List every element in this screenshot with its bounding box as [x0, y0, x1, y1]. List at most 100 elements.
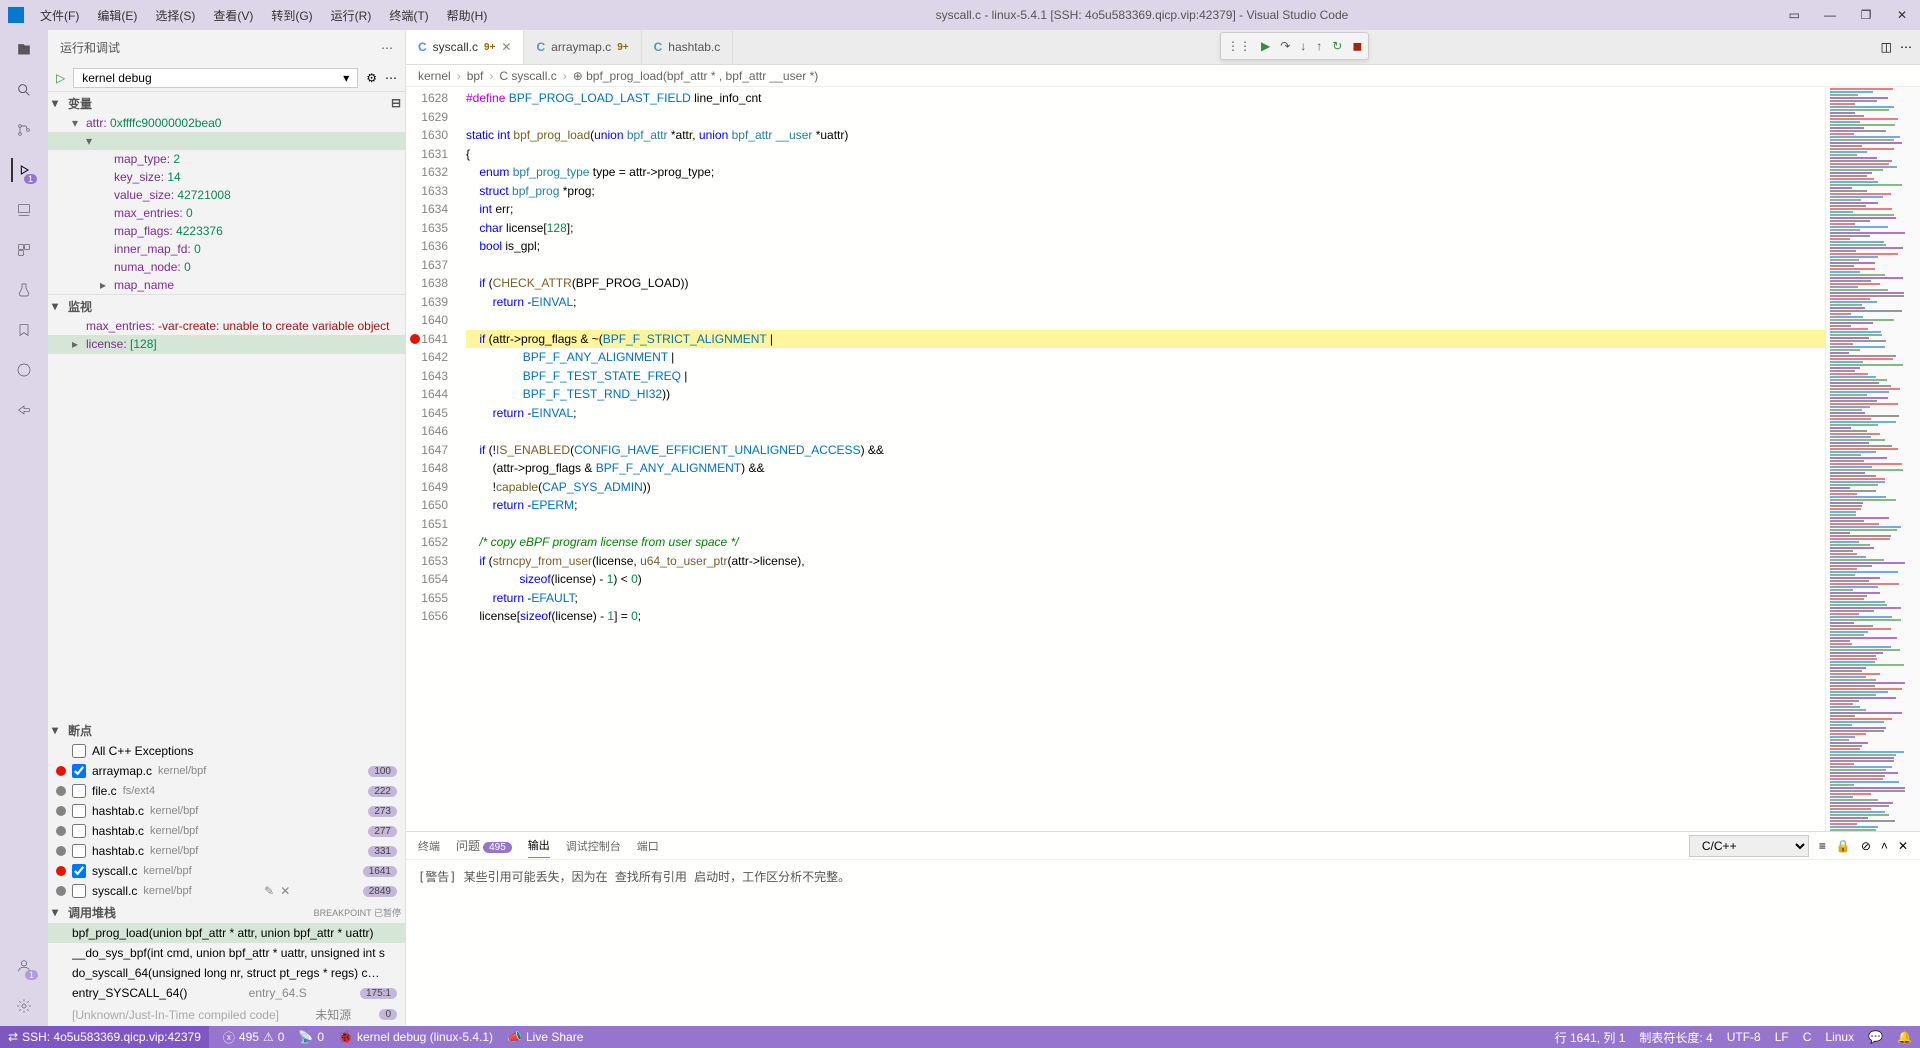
bookmarks-icon[interactable] — [12, 318, 36, 342]
drag-handle-icon[interactable]: ⋮⋮ — [1227, 39, 1251, 53]
lock-icon[interactable]: 🔒 — [1836, 839, 1851, 853]
liveshare-status[interactable]: 📣Live Share — [507, 1030, 583, 1044]
breakpoint-glyph-icon[interactable] — [410, 334, 420, 344]
minimap[interactable] — [1825, 87, 1920, 831]
layout-icon[interactable]: ▭ — [1789, 8, 1800, 22]
more-icon[interactable]: ⋯ — [385, 71, 397, 85]
variable-row[interactable]: key_size: 14 — [48, 168, 405, 186]
editor-tab[interactable]: Csyscall.c9+✕ — [406, 30, 524, 64]
restart-button[interactable]: ↻ — [1332, 39, 1342, 53]
run-debug-icon[interactable]: 1 — [11, 158, 35, 182]
chevron-up-icon[interactable]: ˄ — [1881, 839, 1888, 853]
start-debug-button[interactable]: ▷ — [56, 71, 65, 85]
clear-icon[interactable]: ⊘ — [1861, 839, 1871, 853]
breakpoint-checkbox[interactable] — [72, 824, 86, 838]
collapse-icon[interactable]: ⊟ — [391, 96, 401, 110]
panel-tab-output[interactable]: 输出 — [528, 833, 550, 858]
explorer-icon[interactable] — [12, 38, 36, 62]
search-icon[interactable] — [12, 78, 36, 102]
edit-icon[interactable]: ✎ — [264, 884, 274, 898]
menu-item[interactable]: 编辑(E) — [89, 3, 145, 28]
callstack-frame[interactable]: entry_SYSCALL_64()entry_64.S175:1 — [48, 983, 405, 1003]
breadcrumb-item[interactable]: bpf — [467, 69, 484, 83]
breakpoint-row[interactable]: hashtab.ckernel/bpf331 — [48, 841, 405, 861]
variable-row[interactable]: max_entries: 0 — [48, 204, 405, 222]
close-button[interactable]: ✕ — [1892, 8, 1912, 22]
variable-row[interactable]: ▾ — [48, 132, 405, 150]
editor-tab[interactable]: Carraymap.c9+ — [524, 30, 641, 64]
breakpoint-checkbox[interactable] — [72, 784, 86, 798]
breadcrumb[interactable]: kernel›bpf›C syscall.c›⊕ bpf_prog_load(b… — [406, 65, 1920, 87]
continue-button[interactable]: ▶ — [1261, 39, 1270, 53]
editor-tab[interactable]: Chashtab.c — [642, 30, 734, 64]
step-over-button[interactable]: ↷ — [1280, 39, 1290, 53]
test-icon[interactable] — [12, 278, 36, 302]
settings-icon[interactable] — [12, 994, 36, 1018]
breakpoint-row[interactable]: file.cfs/ext4222 — [48, 781, 405, 801]
variable-row[interactable]: numa_node: 0 — [48, 258, 405, 276]
close-panel-icon[interactable]: ✕ — [1898, 839, 1908, 853]
breakpoint-row[interactable]: hashtab.ckernel/bpf273 — [48, 801, 405, 821]
breakpoint-checkbox[interactable] — [72, 804, 86, 818]
extensions-icon[interactable] — [12, 238, 36, 262]
breakpoint-row[interactable]: hashtab.ckernel/bpf277 — [48, 821, 405, 841]
watch-section-header[interactable]: ▾监视 — [48, 295, 405, 317]
variable-row[interactable]: inner_map_fd: 0 — [48, 240, 405, 258]
close-tab-icon[interactable]: ✕ — [501, 40, 511, 54]
menu-item[interactable]: 文件(F) — [32, 3, 87, 28]
more-icon[interactable]: ⋯ — [1900, 40, 1912, 54]
menu-item[interactable]: 转到(G) — [263, 3, 320, 28]
breakpoint-row[interactable]: All C++ Exceptions — [48, 741, 405, 761]
breakpoint-checkbox[interactable] — [72, 844, 86, 858]
variable-row[interactable]: map_type: 2 — [48, 150, 405, 168]
language-mode[interactable]: C — [1803, 1029, 1812, 1046]
watch-row[interactable]: max_entries: -var-create: unable to crea… — [48, 317, 405, 335]
github-icon[interactable] — [12, 358, 36, 382]
tab-size[interactable]: 制表符长度: 4 — [1639, 1029, 1712, 1046]
menu-item[interactable]: 终端(T) — [381, 3, 436, 28]
variable-row[interactable]: ▾attr: 0xffffc90000002bea0 — [48, 114, 405, 132]
panel-tab-problems[interactable]: 问题 495 — [456, 833, 512, 858]
callstack-frame[interactable]: __do_sys_bpf(int cmd, union bpf_attr * u… — [48, 943, 405, 963]
step-into-button[interactable]: ↓ — [1300, 39, 1306, 53]
ports-status[interactable]: 📡0 — [298, 1030, 324, 1044]
callstack-frame[interactable]: bpf_prog_load(union bpf_attr * attr, uni… — [48, 923, 405, 943]
filter-icon[interactable]: ≡ — [1819, 839, 1826, 853]
variable-row[interactable]: value_size: 42721008 — [48, 186, 405, 204]
code-editor[interactable]: #define BPF_PROG_LOAD_LAST_FIELD line_in… — [466, 87, 1825, 831]
variables-section-header[interactable]: ▾变量⊟ — [48, 92, 405, 114]
breadcrumb-item[interactable]: kernel — [418, 69, 451, 83]
breakpoint-checkbox[interactable] — [72, 864, 86, 878]
breadcrumb-item[interactable]: ⊕ bpf_prog_load(bpf_attr * , bpf_attr __… — [573, 69, 819, 83]
remove-icon[interactable]: ✕ — [280, 884, 290, 898]
breakpoint-checkbox[interactable] — [72, 744, 86, 758]
breakpoints-section-header[interactable]: ▾断点 — [48, 719, 405, 741]
variable-row[interactable]: ▸map_name — [48, 276, 405, 294]
panel-tab-ports[interactable]: 端口 — [637, 834, 659, 858]
step-out-button[interactable]: ↑ — [1316, 39, 1322, 53]
breakpoint-row[interactable]: syscall.ckernel/bpf✎✕2849 — [48, 881, 405, 901]
source-control-icon[interactable] — [12, 118, 36, 142]
liveshare-icon[interactable] — [12, 398, 36, 422]
encoding[interactable]: UTF-8 — [1727, 1029, 1761, 1046]
debug-config-select[interactable]: kernel debug▾ — [73, 68, 358, 88]
more-icon[interactable]: ⋯ — [381, 41, 393, 55]
notifications-icon[interactable]: 🔔 — [1897, 1029, 1912, 1046]
panel-tab-terminal[interactable]: 终端 — [418, 834, 440, 858]
breakpoint-row[interactable]: syscall.ckernel/bpf1641 — [48, 861, 405, 881]
menu-item[interactable]: 选择(S) — [147, 3, 203, 28]
split-editor-icon[interactable]: ◫ — [1881, 40, 1892, 54]
variable-row[interactable]: map_flags: 4223376 — [48, 222, 405, 240]
callstack-frame[interactable]: do_syscall_64(unsigned long nr, struct p… — [48, 963, 405, 983]
menu-item[interactable]: 帮助(H) — [439, 3, 496, 28]
remote-indicator[interactable]: ⇄SSH: 4o5u583369.qicp.vip:42379 — [0, 1026, 209, 1048]
problems-status[interactable]: ⓧ495⚠0 — [223, 1029, 285, 1046]
stop-button[interactable]: ◼ — [1352, 39, 1362, 53]
os-indicator[interactable]: Linux — [1825, 1029, 1854, 1046]
breakpoint-row[interactable]: arraymap.ckernel/bpf100 — [48, 761, 405, 781]
breakpoint-checkbox[interactable] — [72, 884, 86, 898]
remote-explorer-icon[interactable] — [12, 198, 36, 222]
menu-item[interactable]: 运行(R) — [323, 3, 380, 28]
panel-tab-debug-console[interactable]: 调试控制台 — [566, 834, 621, 858]
callstack-section-header[interactable]: ▾调用堆栈BREAKPOINT 已暂停 — [48, 901, 405, 923]
